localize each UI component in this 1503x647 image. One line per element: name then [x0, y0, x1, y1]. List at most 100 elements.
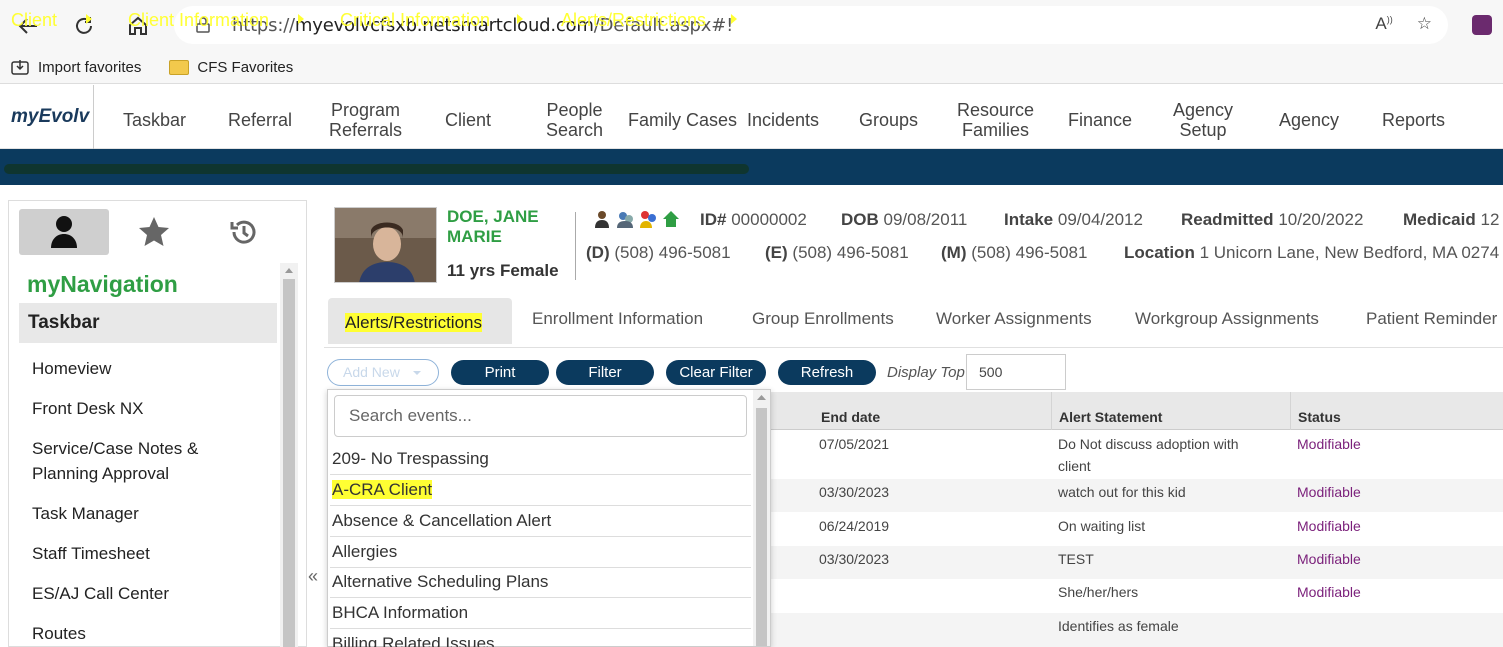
nav-staff-timesheet[interactable]: Staff Timesheet — [32, 541, 150, 566]
history-tab[interactable] — [199, 209, 289, 255]
search-events-input[interactable]: Search events... — [334, 395, 747, 437]
menu-reports[interactable]: Reports — [1382, 110, 1445, 130]
dropdown-option[interactable]: 209- No Trespassing — [330, 444, 751, 475]
nav-routes[interactable]: Routes — [32, 621, 86, 646]
phone-m-label: (M) — [941, 243, 967, 262]
dropdown-option[interactable]: Billing Related Issues — [330, 629, 751, 647]
cell-end-date: 03/30/2023 — [819, 484, 890, 500]
my-navigation-title: myNavigation — [27, 271, 178, 297]
dropdown-option[interactable]: A-CRA Client — [330, 475, 751, 506]
menu-agency[interactable]: Agency — [1279, 110, 1339, 130]
brand-logo[interactable]: myEvolv — [0, 84, 94, 149]
intake-label: Intake — [1004, 210, 1054, 229]
cell-status[interactable]: Modifiable — [1297, 548, 1361, 570]
cell-status[interactable]: Modifiable — [1297, 433, 1361, 455]
star-icon — [139, 217, 169, 246]
favorite-import[interactable]: Import favorites — [10, 59, 141, 77]
breadcrumb-arrow-icon — [517, 14, 523, 24]
tab-enrollment-information[interactable]: Enrollment Information — [532, 309, 703, 329]
collapse-panel-icon[interactable]: « — [308, 566, 318, 587]
cell-status[interactable]: Modifiable — [1297, 581, 1361, 603]
dropdown-option[interactable]: Allergies — [330, 537, 751, 568]
menu-client[interactable]: Client — [445, 110, 491, 130]
column-header-alert-statement[interactable]: Alert Statement — [1059, 409, 1162, 425]
reload-button[interactable] — [68, 10, 100, 42]
event-type-dropdown: Search events... 209- No Trespassing A-C… — [327, 389, 771, 647]
breadcrumb-client-information[interactable]: Client Information — [128, 10, 269, 31]
nav-task-manager[interactable]: Task Manager — [32, 501, 139, 526]
menu-groups[interactable]: Groups — [859, 110, 918, 130]
tab-alerts-restrictions[interactable]: Alerts/Restrictions — [328, 298, 512, 344]
read-aloud-icon[interactable]: A)) — [1375, 14, 1392, 34]
location-label: Location — [1124, 243, 1195, 262]
menu-finance[interactable]: Finance — [1068, 110, 1132, 130]
dropdown-scrollbar[interactable] — [753, 390, 770, 646]
add-new-dropdown[interactable]: Add New — [327, 359, 439, 386]
refresh-button[interactable]: Refresh — [778, 360, 876, 385]
user-tab[interactable] — [19, 209, 109, 255]
tab-patient-reminder[interactable]: Patient Reminder — [1366, 309, 1497, 329]
family-icon[interactable] — [638, 209, 658, 229]
client-medicaid: Medicaid 12 — [1403, 210, 1499, 230]
user-icon — [51, 216, 77, 248]
clear-filter-button[interactable]: Clear Filter — [666, 360, 766, 385]
favorites-tab[interactable] — [109, 209, 199, 255]
nav-service-case-notes[interactable]: Service/Case Notes & Planning Approval — [32, 436, 198, 486]
tab-worker-assignments[interactable]: Worker Assignments — [936, 309, 1092, 329]
table-row[interactable]: 03/30/2023 TEST Modifiable — [770, 546, 1503, 579]
table-row[interactable]: 07/05/2021 Do Not discuss adoption with … — [770, 431, 1503, 477]
breadcrumb-client[interactable]: Client — [11, 10, 57, 31]
menu-resource-families[interactable]: Resource Families — [957, 100, 1034, 140]
nav-es-aj-call-center[interactable]: ES/AJ Call Center — [32, 581, 169, 606]
id-label: ID# — [700, 210, 727, 229]
client-location: Location 1 Unicorn Lane, New Bedford, MA… — [1124, 243, 1499, 263]
favorite-cfs[interactable]: CFS Favorites — [169, 59, 293, 76]
nav-scrollbar[interactable] — [280, 263, 298, 647]
cell-alert-statement: Identifies as female — [1058, 618, 1179, 634]
cell-status[interactable]: Modifiable — [1297, 515, 1361, 537]
nav-front-desk-nx[interactable]: Front Desk NX — [32, 396, 143, 421]
table-row[interactable]: Identifies as female — [770, 613, 1503, 647]
home-status-icon[interactable] — [661, 209, 681, 229]
breadcrumb-critical-information[interactable]: Critical Information — [340, 10, 490, 31]
contacts-icon[interactable] — [615, 209, 635, 229]
nav-tab-icons — [19, 209, 289, 255]
filter-button[interactable]: Filter — [556, 360, 654, 385]
menu-referral[interactable]: Referral — [228, 110, 292, 130]
display-top-input[interactable]: 500 — [966, 354, 1066, 390]
menu-program-referrals[interactable]: Program Referrals — [329, 100, 402, 140]
menu-taskbar[interactable]: Taskbar — [123, 110, 186, 130]
client-name-line2: MARIE — [447, 227, 502, 246]
column-header-status[interactable]: Status — [1298, 409, 1341, 425]
tab-group-enrollments[interactable]: Group Enrollments — [752, 309, 894, 329]
dropdown-option[interactable]: BHCA Information — [330, 598, 751, 629]
menu-people-search[interactable]: People Search — [546, 100, 603, 140]
option-label: A-CRA Client — [332, 480, 433, 499]
breadcrumb-alerts-restrictions[interactable]: Alerts/Restrictions — [561, 10, 706, 31]
history-icon — [230, 220, 256, 244]
dropdown-option[interactable]: Alternative Scheduling Plans — [330, 567, 751, 598]
worker-icon[interactable] — [592, 209, 612, 229]
print-button[interactable]: Print — [451, 360, 549, 385]
phone-e-label: (E) — [765, 243, 788, 262]
client-name[interactable]: DOE, JANE MARIE — [447, 207, 539, 247]
dropdown-option[interactable]: Absence & Cancellation Alert — [330, 506, 751, 537]
extension-icon[interactable] — [1472, 15, 1492, 35]
tab-workgroup-assignments[interactable]: Workgroup Assignments — [1135, 309, 1319, 329]
column-header-end-date[interactable]: End date — [821, 409, 880, 425]
cell-end-date: 07/05/2021 — [819, 436, 890, 452]
scrollbar-thumb[interactable] — [283, 279, 295, 647]
table-row[interactable]: 06/24/2019 On waiting list Modifiable — [770, 513, 1503, 546]
table-row[interactable]: 03/30/2023 watch out for this kid Modifi… — [770, 479, 1503, 512]
cell-status[interactable]: Modifiable — [1297, 481, 1361, 503]
menu-agency-setup[interactable]: Agency Setup — [1173, 100, 1233, 140]
menu-family-cases[interactable]: Family Cases — [628, 110, 737, 130]
client-readmitted: Readmitted 10/20/2022 — [1181, 210, 1363, 230]
menu-incidents[interactable]: Incidents — [747, 110, 819, 130]
taskbar-section-header[interactable]: Taskbar — [19, 303, 277, 343]
scrollbar-thumb[interactable] — [756, 408, 767, 646]
client-dob: DOB 09/08/2011 — [841, 210, 967, 230]
table-row[interactable]: She/her/hers Modifiable — [770, 579, 1503, 612]
add-favorite-icon[interactable]: ☆ — [1417, 14, 1432, 34]
nav-homeview[interactable]: Homeview — [32, 356, 111, 381]
